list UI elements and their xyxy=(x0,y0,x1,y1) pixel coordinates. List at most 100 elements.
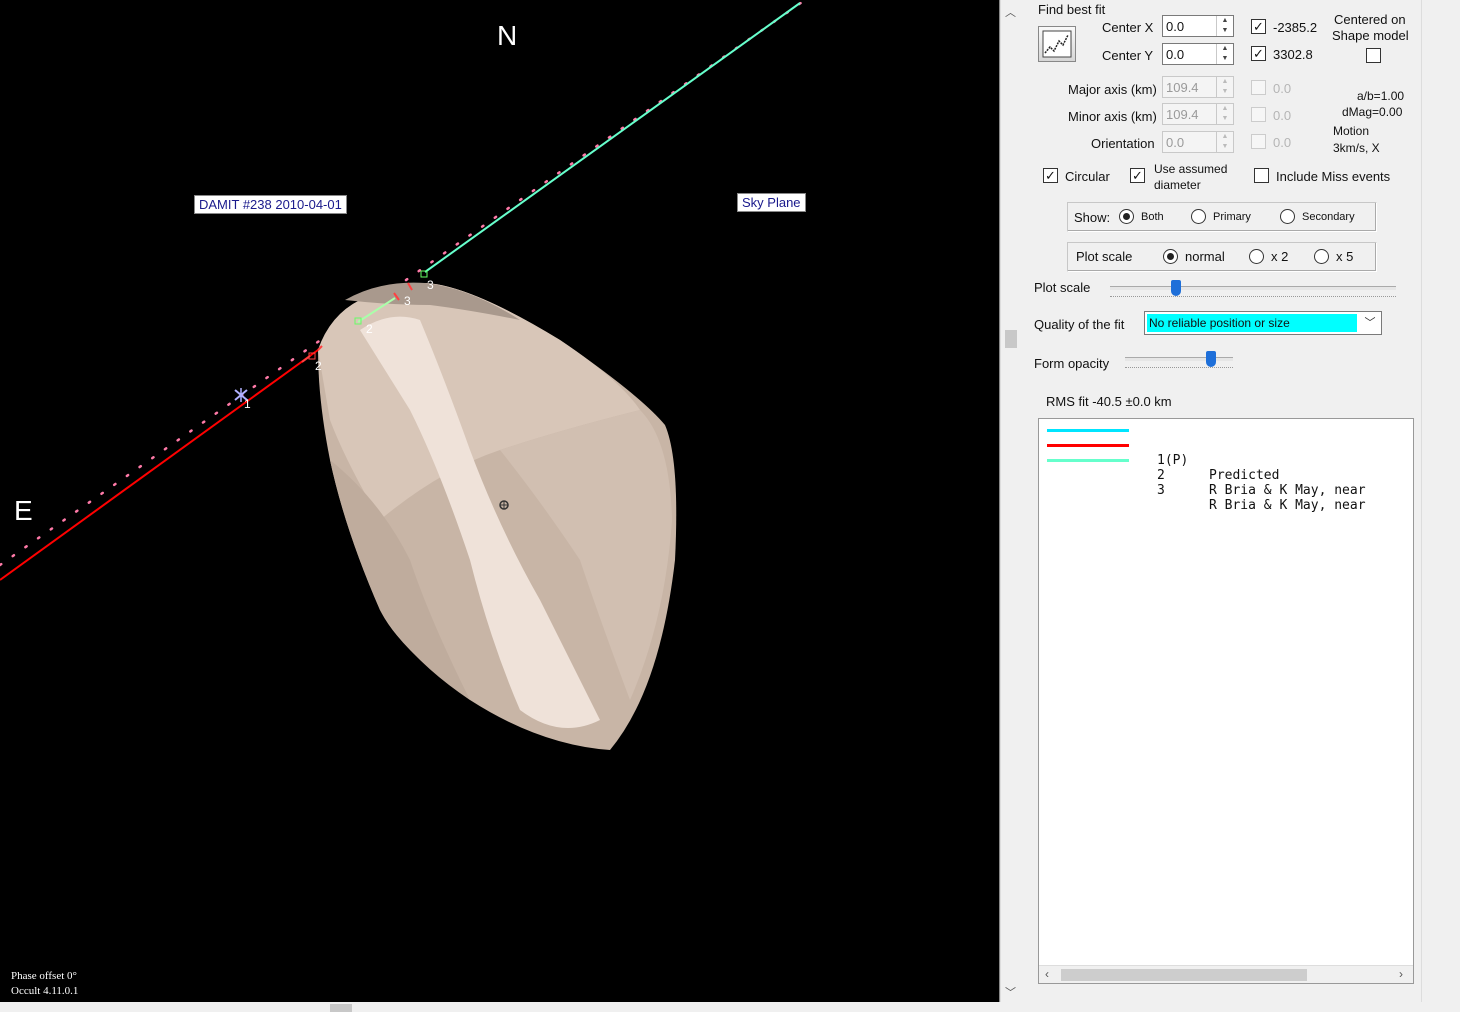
use-assumed-line2: diameter xyxy=(1154,178,1201,192)
plot-scale-x2-label: x 2 xyxy=(1271,249,1289,264)
slider-track xyxy=(1125,357,1233,361)
motion-value: 3km/s, X xyxy=(1333,141,1380,155)
chord-label-2a: 2 xyxy=(315,359,322,373)
show-primary-label: Primary xyxy=(1213,211,1251,223)
quality-select-value: No reliable position or size xyxy=(1147,314,1357,332)
chevron-down-icon[interactable]: ﹀ xyxy=(1359,312,1381,334)
centered-on-shape-checkbox[interactable] xyxy=(1366,48,1381,63)
centered-on-line2: Shape model xyxy=(1332,28,1409,43)
chord-label-3b: 3 xyxy=(427,278,434,292)
center-y-spinner[interactable]: ▲▼ xyxy=(1162,43,1234,65)
plot-scale-x5-label: x 5 xyxy=(1336,249,1354,264)
orientation-label: Orientation xyxy=(1091,136,1155,151)
plot-scale-normal-label: normal xyxy=(1185,249,1225,264)
plot-footer: Phase offset 0° Occult 4.11.0.1 xyxy=(11,969,78,999)
minor-axis-checkbox xyxy=(1251,107,1266,122)
center-y-checkbox[interactable]: ✓ xyxy=(1251,46,1266,61)
spinner-arrows-icon: ▲ ▼ xyxy=(1216,104,1233,124)
list-item[interactable]: 1(P) Predicted xyxy=(1039,423,1413,483)
minor-axis-check-value: 0.0 xyxy=(1273,108,1292,123)
east-label: E xyxy=(14,495,33,526)
version-text: Occult 4.11.0.1 xyxy=(11,985,79,997)
plot-horizontal-scrollbar[interactable] xyxy=(0,1002,1000,1012)
show-primary-radio[interactable] xyxy=(1191,209,1206,224)
plot-scale-x2-radio[interactable] xyxy=(1249,249,1264,264)
hscroll-thumb[interactable] xyxy=(330,1004,352,1012)
list-item[interactable]: 2 R Bria & K May, near xyxy=(1039,438,1413,498)
chevron-left-icon[interactable]: ‹ xyxy=(1045,967,1049,981)
event-observer: R Bria & K May, near xyxy=(1209,498,1366,513)
center-x-checkbox[interactable]: ✓ xyxy=(1251,19,1266,34)
vscroll-thumb[interactable] xyxy=(1005,330,1017,348)
north-label: N xyxy=(497,20,518,51)
center-y-input[interactable] xyxy=(1163,44,1215,64)
show-both-radio[interactable] xyxy=(1119,209,1134,224)
circular-checkbox[interactable]: ✓ xyxy=(1043,168,1058,183)
center-y-check-value: 3302.8 xyxy=(1273,47,1313,62)
event-number: 3 xyxy=(1157,483,1165,498)
slider-thumb[interactable] xyxy=(1206,351,1216,367)
fit-control-panel: Find best fit Center X ▲▼ Center Y ▲▼ ✓ … xyxy=(1022,0,1422,1002)
minor-axis-input xyxy=(1163,104,1215,124)
spinner-arrows-icon[interactable]: ▲ ▼ xyxy=(1216,16,1233,36)
major-axis-label: Major axis (km) xyxy=(1068,82,1157,97)
major-axis-spinner: ▲▼ xyxy=(1162,76,1234,98)
plot-scale-group-label: Plot scale xyxy=(1076,249,1133,264)
chart-icon xyxy=(1042,30,1072,58)
dmag: dMag=0.00 xyxy=(1342,105,1403,119)
orientation-checkbox xyxy=(1251,134,1266,149)
quality-label: Quality of the fit xyxy=(1034,317,1125,332)
sky-plane-tag: Sky Plane xyxy=(737,193,806,212)
orientation-check-value: 0.0 xyxy=(1273,135,1292,150)
major-axis-check-value: 0.0 xyxy=(1273,81,1292,96)
form-opacity-label: Form opacity xyxy=(1034,356,1110,371)
spinner-arrows-icon: ▲ ▼ xyxy=(1216,132,1233,152)
plot-scale-slider[interactable] xyxy=(1110,280,1396,300)
spinner-arrows-icon[interactable]: ▲ ▼ xyxy=(1216,44,1233,64)
chevron-right-icon[interactable]: › xyxy=(1399,967,1403,981)
scroll-down-icon[interactable]: ﹀ xyxy=(1005,984,1016,1000)
events-list[interactable]: 1(P) Predicted 2 R Bria & K May, near 3 … xyxy=(1038,418,1414,984)
plot-canvas: 1 2 2 3 3 xyxy=(0,0,807,750)
event-color-swatch xyxy=(1047,459,1129,462)
model-tag: DAMIT #238 2010-04-01 xyxy=(194,195,347,214)
include-miss-label: Include Miss events xyxy=(1276,169,1391,184)
slider-thumb[interactable] xyxy=(1171,280,1181,296)
panel-vertical-scrollbar[interactable]: ︿ ﹀ xyxy=(1000,0,1020,1002)
plot-scale-normal-radio[interactable] xyxy=(1163,249,1178,264)
find-best-fit-label: Find best fit xyxy=(1038,2,1106,17)
include-miss-checkbox[interactable] xyxy=(1254,168,1269,183)
find-best-fit-button[interactable] xyxy=(1038,26,1076,62)
center-x-check-value: -2385.2 xyxy=(1273,20,1318,35)
use-assumed-checkbox[interactable]: ✓ xyxy=(1130,168,1145,183)
center-x-label: Center X xyxy=(1102,20,1154,35)
show-secondary-radio[interactable] xyxy=(1280,209,1295,224)
centered-on-line1: Centered on xyxy=(1334,12,1406,27)
orientation-spinner: ▲▼ xyxy=(1162,131,1234,153)
phase-offset-text: Phase offset 0° xyxy=(11,970,77,982)
list-hscroll-thumb[interactable] xyxy=(1061,969,1307,981)
shape-center-marker xyxy=(499,500,509,510)
form-opacity-slider[interactable] xyxy=(1125,351,1233,371)
center-x-spinner[interactable]: ▲▼ xyxy=(1162,15,1234,37)
use-assumed-line1: Use assumed xyxy=(1154,162,1228,176)
plot-scale-x5-radio[interactable] xyxy=(1314,249,1329,264)
slider-track xyxy=(1110,286,1396,290)
quality-select[interactable]: No reliable position or size ﹀ xyxy=(1144,311,1382,335)
event-observer: R Bria & K May, near xyxy=(1209,483,1366,498)
chord-2-red xyxy=(0,349,319,581)
plot-scale-slider-label: Plot scale xyxy=(1034,280,1091,295)
event-color-swatch xyxy=(1047,429,1129,432)
list-item[interactable]: 3 R Bria & K May, near xyxy=(1039,453,1413,513)
minor-axis-label: Minor axis (km) xyxy=(1068,109,1157,124)
center-y-label: Center Y xyxy=(1102,48,1154,63)
center-x-input[interactable] xyxy=(1163,16,1215,36)
major-axis-input xyxy=(1163,77,1215,97)
spinner-arrows-icon: ▲ ▼ xyxy=(1216,77,1233,97)
scroll-up-icon[interactable]: ︿ xyxy=(1005,4,1016,20)
major-axis-checkbox xyxy=(1251,80,1266,95)
occultation-plot[interactable]: 1 2 2 3 3 N E DAMIT #238 2010-04-01 Sky … xyxy=(0,0,1000,1002)
list-horizontal-scrollbar[interactable]: ‹ › xyxy=(1039,965,1413,983)
circular-label: Circular xyxy=(1065,169,1110,184)
chord-3-green xyxy=(424,2,801,273)
